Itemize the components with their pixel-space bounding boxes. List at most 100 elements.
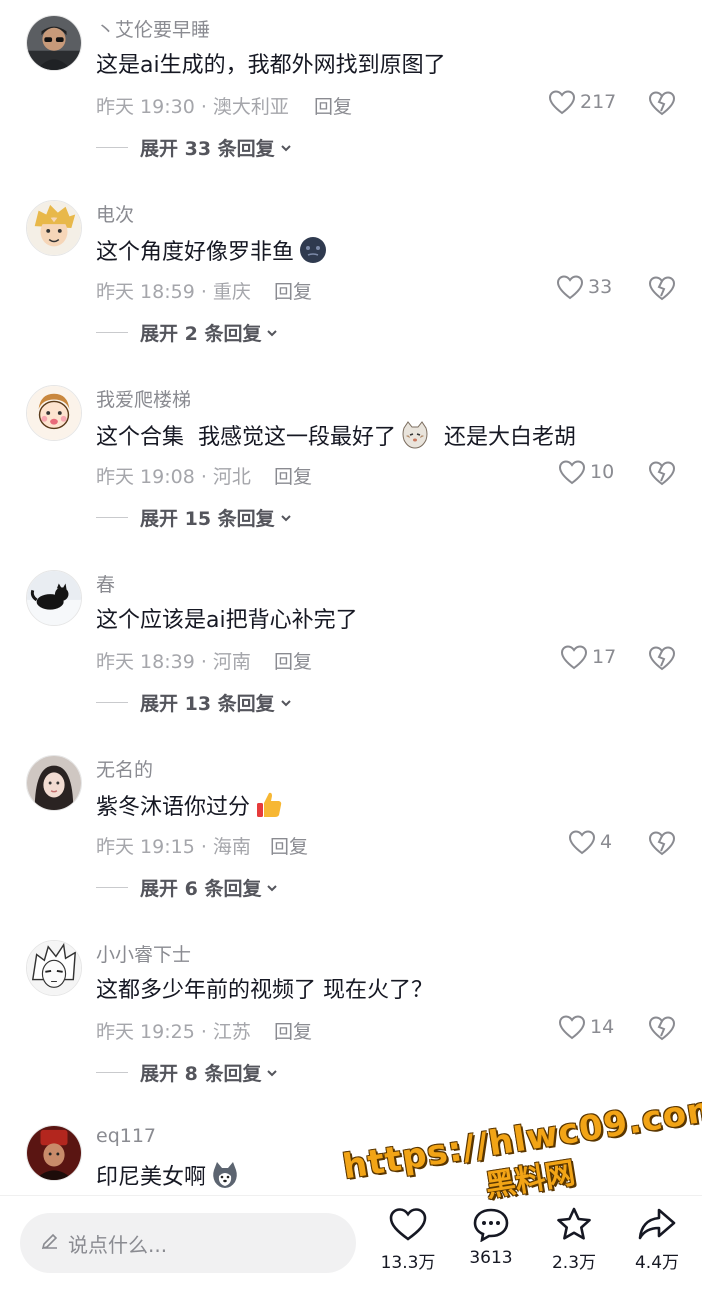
heart-icon (558, 1014, 586, 1040)
share-button[interactable]: 4.4万 (622, 1206, 692, 1273)
comment-text: 这个应该是ai把背心补完了 (96, 608, 358, 633)
username[interactable]: 电次 (96, 200, 134, 227)
expand-replies-label: 展开 8 条回复 (140, 1063, 262, 1085)
username[interactable]: 小小睿下士 (96, 940, 191, 967)
comment-button[interactable]: 3613 (456, 1206, 526, 1268)
reply-button[interactable]: 回复 (274, 462, 312, 489)
like-button[interactable]: 17 (560, 644, 616, 670)
like-count: 13.3万 (380, 1253, 436, 1273)
comment-input-placeholder: 说点什么... (68, 1232, 168, 1257)
like-count: 217 (580, 91, 617, 113)
like-count: 14 (590, 1016, 615, 1038)
expand-replies[interactable]: 展开 6 条回复 (96, 874, 279, 901)
like-button[interactable]: 33 (556, 274, 612, 300)
husky-emoji-icon (210, 1160, 240, 1190)
broken-heart-icon (648, 829, 676, 857)
expand-replies[interactable]: 展开 2 条回复 (96, 319, 279, 346)
chevron-down-icon (275, 141, 293, 155)
like-video-button[interactable]: 13.3万 (373, 1206, 443, 1273)
comment-text: 这是ai生成的，我都外网找到原图了 (96, 53, 446, 78)
heart-icon (548, 89, 576, 115)
divider (96, 517, 128, 518)
divider (96, 887, 128, 888)
comment-time-location: 昨天 19:08 · 河北 (96, 466, 251, 488)
like-button[interactable]: 4 (568, 829, 612, 855)
chevron-down-icon (275, 696, 293, 710)
avatar[interactable] (26, 1125, 82, 1181)
heart-icon (568, 829, 596, 855)
thumbs-up-emoji-icon (254, 790, 284, 820)
favorite-button[interactable]: 2.3万 (539, 1206, 609, 1273)
comment-item: 春 这个应该是ai把背心补完了 昨天 18:39 · 河南 回复 17 展开 1… (0, 555, 702, 740)
cat-emoji-icon (400, 420, 430, 450)
username[interactable]: 春 (96, 570, 115, 597)
comment-item: 我爱爬楼梯 这个合集 我感觉这一段最好了 还是大白老胡 昨天 19:08 · 河… (0, 370, 702, 555)
favorite-count: 2.3万 (551, 1253, 597, 1273)
avatar[interactable] (26, 385, 82, 441)
comment-text: 这个合集 我感觉这一段最好了 还是大白老胡 (96, 420, 576, 454)
reply-button[interactable]: 回复 (270, 832, 308, 859)
comment-bubble-icon (456, 1206, 526, 1242)
like-button[interactable]: 14 (558, 1014, 614, 1040)
expand-replies-label: 展开 6 条回复 (140, 878, 262, 900)
dislike-button[interactable] (648, 1014, 676, 1042)
share-arrow-icon (622, 1206, 692, 1242)
broken-heart-icon (648, 644, 676, 672)
expand-replies-label: 展开 2 条回复 (140, 323, 262, 345)
comment-item: 无名的 紫冬沐语你过分 昨天 19:15 · 海南 回复 4 展开 6 条回复 (0, 740, 702, 925)
dislike-button[interactable] (648, 274, 676, 302)
avatar[interactable] (26, 755, 82, 811)
comment-input[interactable]: 说点什么... (20, 1213, 356, 1273)
divider (96, 332, 128, 333)
comment-count: 3613 (469, 1248, 513, 1268)
divider (96, 702, 128, 703)
reply-button[interactable]: 回复 (314, 92, 352, 119)
username[interactable]: 丶艾伦要早睡 (96, 15, 210, 42)
avatar[interactable] (26, 15, 82, 71)
avatar[interactable] (26, 200, 82, 256)
expand-replies-label: 展开 15 条回复 (140, 508, 275, 530)
comment-text: 紫冬沐语你过分 (96, 790, 284, 824)
avatar[interactable] (26, 940, 82, 996)
comment-text: 这个角度好像罗非鱼 (96, 235, 328, 269)
dislike-button[interactable] (648, 644, 676, 672)
heart-icon (560, 644, 588, 670)
like-count: 17 (592, 646, 617, 668)
comment-item: 电次 这个角度好像罗非鱼 昨天 18:59 · 重庆 回复 33 展开 2 条回… (0, 185, 702, 370)
expand-replies-label: 展开 13 条回复 (140, 693, 275, 715)
expand-replies-label: 展开 33 条回复 (140, 138, 275, 160)
chevron-down-icon (261, 326, 279, 340)
username[interactable]: 我爱爬楼梯 (96, 385, 191, 412)
chevron-down-icon (261, 881, 279, 895)
like-button[interactable]: 217 (548, 89, 616, 115)
broken-heart-icon (648, 274, 676, 302)
dislike-button[interactable] (648, 829, 676, 857)
comment-text: 这都多少年前的视频了 现在火了？ (96, 978, 433, 1003)
dark-face-emoji-icon (298, 235, 328, 265)
comment-time-location: 昨天 19:15 · 海南 (96, 836, 251, 858)
reply-button[interactable]: 回复 (274, 647, 312, 674)
share-count: 4.4万 (634, 1253, 680, 1273)
dislike-button[interactable] (648, 459, 676, 487)
comment-text: 印尼美女啊 (96, 1160, 240, 1194)
expand-replies[interactable]: 展开 8 条回复 (96, 1059, 279, 1086)
expand-replies[interactable]: 展开 15 条回复 (96, 504, 293, 531)
dislike-button[interactable] (648, 89, 676, 117)
expand-replies[interactable]: 展开 13 条回复 (96, 689, 293, 716)
like-count: 33 (588, 276, 613, 298)
comment-item: 丶艾伦要早睡 这是ai生成的，我都外网找到原图了 昨天 19:30 · 澳大利亚… (0, 0, 702, 185)
like-button[interactable]: 10 (558, 459, 614, 485)
broken-heart-icon (648, 1014, 676, 1042)
avatar[interactable] (26, 570, 82, 626)
username[interactable]: eq117 (96, 1125, 156, 1147)
like-count: 4 (600, 831, 613, 853)
expand-replies[interactable]: 展开 33 条回复 (96, 134, 293, 161)
pencil-icon (40, 1231, 68, 1256)
reply-button[interactable]: 回复 (274, 277, 312, 304)
divider (96, 1072, 128, 1073)
username[interactable]: 无名的 (96, 755, 153, 782)
reply-button[interactable]: 回复 (274, 1017, 312, 1044)
star-icon (539, 1206, 609, 1242)
broken-heart-icon (648, 89, 676, 117)
comment-time-location: 昨天 19:25 · 江苏 (96, 1021, 251, 1043)
